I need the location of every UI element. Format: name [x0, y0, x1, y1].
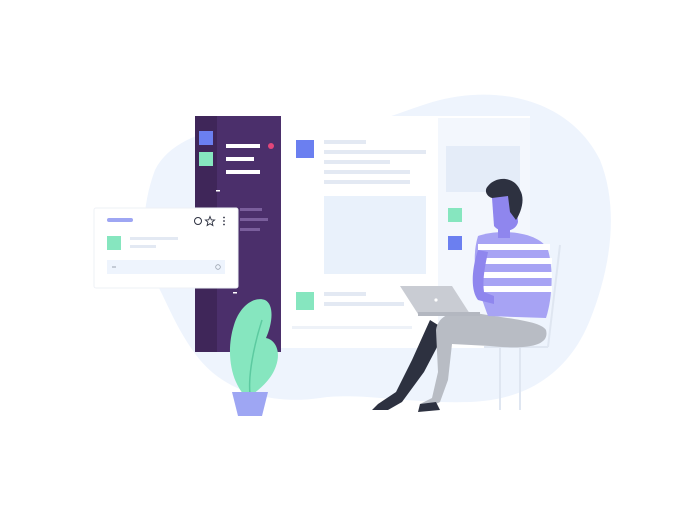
message-avatar-blue [296, 140, 314, 158]
laptop-logo [434, 298, 438, 302]
sidebar-item-line [240, 208, 262, 211]
square-green-icon [199, 152, 213, 166]
illustration [0, 0, 674, 506]
card-title-bar [107, 218, 133, 222]
laptop-base [418, 312, 480, 316]
plus-icon [112, 266, 116, 268]
right-panel-green-square [448, 208, 462, 222]
plant-pot [232, 392, 268, 416]
sidebar-header-line [226, 170, 260, 174]
message-line [324, 292, 366, 296]
message-line [324, 150, 426, 154]
message-line [324, 302, 404, 306]
message-attachment [324, 196, 426, 274]
square-blue-icon [199, 131, 213, 145]
right-panel-blue-square [448, 236, 462, 250]
message-line [324, 170, 410, 174]
message-line [324, 140, 366, 144]
message-line [324, 160, 390, 164]
message-line [324, 180, 410, 184]
floating-message-card [93, 207, 239, 289]
sidebar-item-line [240, 218, 268, 221]
notification-dot [268, 143, 274, 149]
message-line [292, 326, 412, 329]
kebab-icon [223, 216, 225, 226]
card-text-line [130, 237, 178, 240]
illustration-canvas [93, 94, 611, 416]
sidebar-add-icon [233, 292, 237, 294]
card-avatar-green [107, 236, 121, 250]
card-text-line [130, 245, 156, 248]
composer-bar [107, 260, 225, 274]
sidebar-header-line [226, 144, 260, 148]
message-avatar-green [296, 292, 314, 310]
sidebar-add-icon [216, 190, 220, 192]
sidebar-header-line [226, 157, 254, 161]
sidebar-item-line [240, 228, 260, 231]
